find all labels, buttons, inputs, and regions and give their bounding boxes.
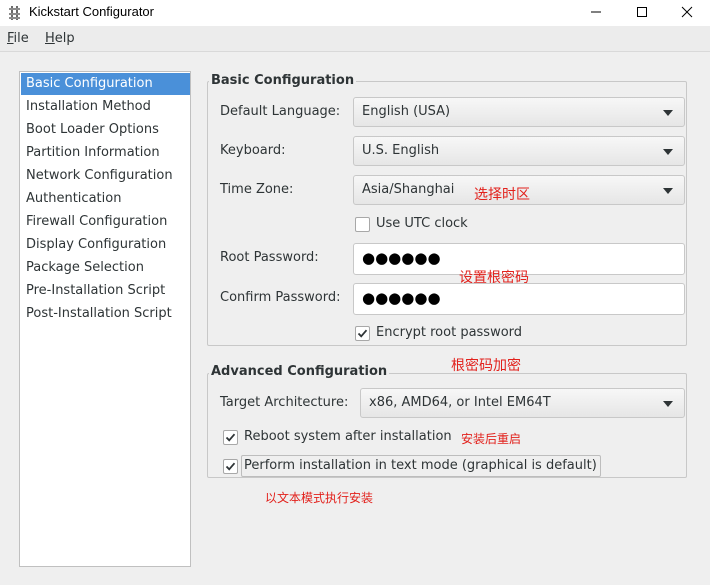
- sidebar-item-package-selection[interactable]: Package Selection: [21, 257, 190, 279]
- sidebar-item-pre-installation-script[interactable]: Pre-Installation Script: [21, 280, 190, 302]
- dropdown-arrow-icon: [663, 401, 673, 407]
- encrypt-root-password-label: Encrypt root password: [376, 325, 523, 340]
- sidebar-item-boot-loader-options[interactable]: Boot Loader Options: [21, 119, 190, 141]
- text-mode-install-label: Perform installation in text mode (graph…: [244, 458, 597, 473]
- annotation-reboot: 安装后重启: [461, 432, 522, 446]
- reboot-after-install-label: Reboot system after installation: [244, 429, 452, 444]
- menu-help-mnemonic: H: [45, 31, 55, 46]
- maximize-icon: [637, 7, 647, 17]
- window-title: Kickstart Configurator: [29, 4, 154, 19]
- root-password-value: ●●●●●●: [362, 249, 441, 267]
- keyboard-combo[interactable]: U.S. English: [353, 136, 685, 166]
- text-mode-install-checkbox[interactable]: [223, 459, 238, 474]
- menu-bar: File Help: [0, 26, 710, 52]
- close-button[interactable]: [664, 0, 710, 26]
- annotation-text-mode: 以文本模式执行安装: [265, 491, 374, 505]
- confirm-password-field[interactable]: ●●●●●●: [353, 283, 685, 315]
- time-zone-label: Time Zone:: [220, 182, 294, 197]
- sidebar-item-basic-configuration[interactable]: Basic Configuration: [21, 73, 190, 95]
- use-utc-clock-label: Use UTC clock: [376, 216, 468, 231]
- dropdown-arrow-icon: [663, 110, 673, 116]
- sidebar-item-display-configuration[interactable]: Display Configuration: [21, 234, 190, 256]
- confirm-password-value: ●●●●●●: [362, 289, 441, 307]
- default-language-combo[interactable]: English (USA): [353, 97, 685, 127]
- time-zone-value: Asia/Shanghai: [362, 182, 455, 197]
- target-architecture-combo[interactable]: x86, AMD64, or Intel EM64T: [360, 388, 685, 418]
- confirm-password-label: Confirm Password:: [220, 290, 341, 305]
- sidebar-item-authentication[interactable]: Authentication: [21, 188, 190, 210]
- sidebar-item-network-configuration[interactable]: Network Configuration: [21, 165, 190, 187]
- reboot-after-install-checkbox[interactable]: [223, 430, 238, 445]
- dropdown-arrow-icon: [663, 188, 673, 194]
- menu-file-label: ile: [13, 31, 29, 46]
- menu-help-label: elp: [54, 31, 75, 46]
- sidebar-item-post-installation-script[interactable]: Post-Installation Script: [21, 303, 190, 325]
- advanced-configuration-title: Advanced Configuration: [209, 364, 390, 379]
- maximize-button[interactable]: [619, 0, 665, 26]
- default-language-value: English (USA): [362, 104, 451, 119]
- minimize-icon: [591, 11, 601, 13]
- dropdown-arrow-icon: [663, 149, 673, 155]
- close-icon: [681, 6, 693, 18]
- title-bar: Kickstart Configurator: [0, 0, 710, 26]
- default-language-label: Default Language:: [220, 104, 341, 119]
- sidebar-item-partition-information[interactable]: Partition Information: [21, 142, 190, 164]
- sidebar-item-installation-method[interactable]: Installation Method: [21, 96, 190, 118]
- checkmark-icon: [225, 433, 236, 442]
- basic-configuration-title: Basic Configuration: [209, 73, 357, 88]
- minimize-button[interactable]: [573, 0, 619, 26]
- annotation-encrypt: 根密码加密: [451, 358, 521, 374]
- target-architecture-label: Target Architecture:: [220, 395, 349, 410]
- target-architecture-value: x86, AMD64, or Intel EM64T: [369, 395, 551, 410]
- root-password-label: Root Password:: [220, 250, 319, 265]
- annotation-time-zone: 选择时区: [474, 187, 530, 203]
- encrypt-root-password-checkbox[interactable]: [355, 326, 370, 341]
- menu-help[interactable]: Help: [45, 31, 75, 46]
- kickstart-app-icon: [8, 5, 22, 21]
- checkmark-icon: [225, 462, 236, 471]
- keyboard-label: Keyboard:: [220, 143, 286, 158]
- use-utc-clock-checkbox[interactable]: [355, 217, 370, 232]
- sidebar-list: Basic Configuration Installation Method …: [19, 71, 191, 567]
- menu-file[interactable]: File: [7, 31, 29, 46]
- sidebar-item-firewall-configuration[interactable]: Firewall Configuration: [21, 211, 190, 233]
- checkmark-icon: [357, 329, 368, 338]
- keyboard-value: U.S. English: [362, 143, 440, 158]
